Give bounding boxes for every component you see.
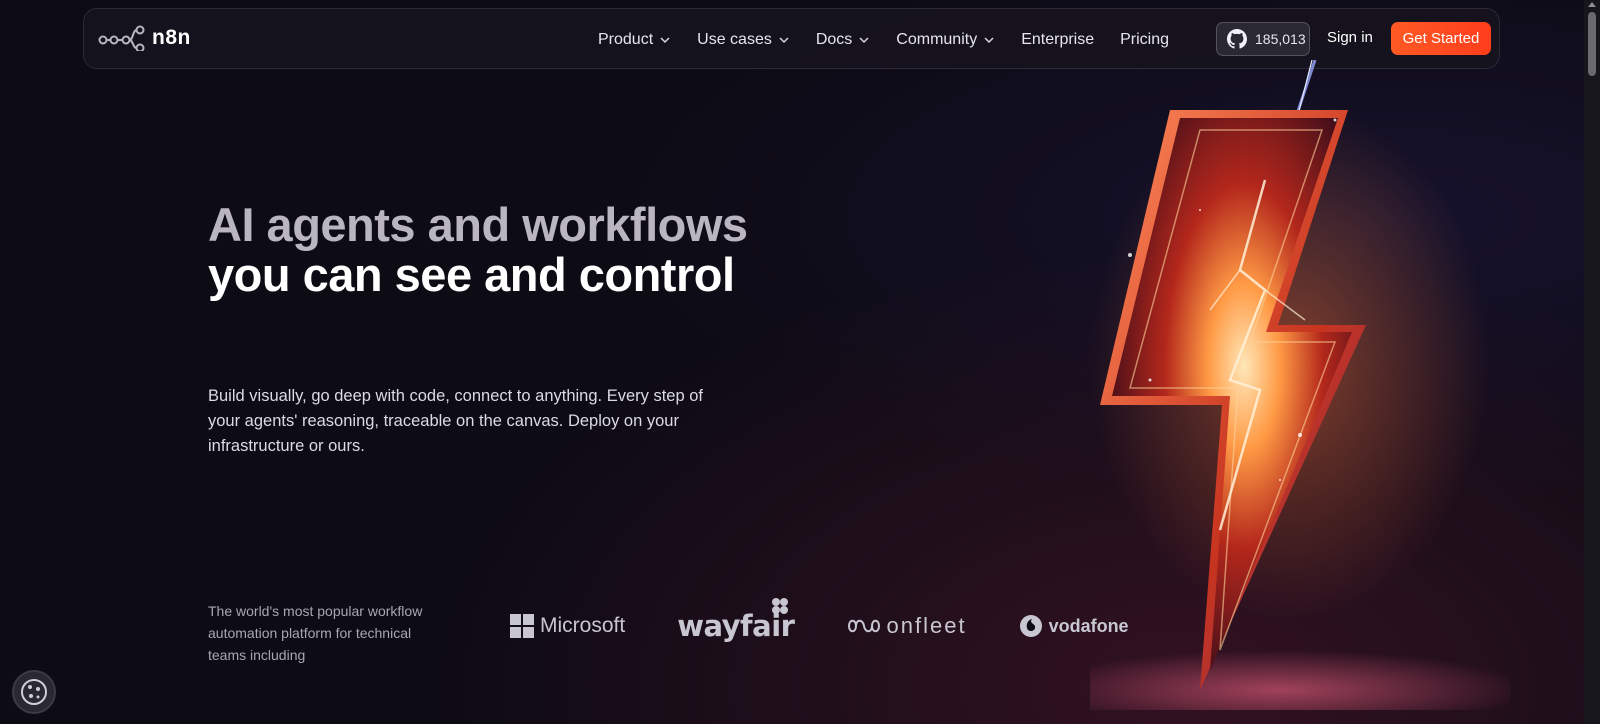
menu-item-label: Pricing [1120,30,1170,48]
menu-item-use-cases[interactable]: Use cases [697,31,790,49]
chevron-down-icon [859,36,869,43]
get-started-button[interactable]: Get Started [1391,22,1491,55]
lightning-bolt-icon [1030,59,1530,724]
menu-item-product[interactable]: Product [598,31,671,49]
brand-onfleet: onfleet [847,613,967,639]
brand-name: Microsoft [540,614,626,637]
scroll-up-arrow-icon[interactable] [1588,2,1596,7]
menu-item-label: Community [896,30,978,48]
sign-in-link[interactable]: Sign in [1327,29,1373,46]
menu-item-label: Product [598,30,654,48]
chevron-down-icon [984,36,994,43]
menu-item-community[interactable]: Community [896,31,995,49]
vertical-scrollbar[interactable] [1584,0,1600,724]
menu-item-enterprise[interactable]: Enterprise [1021,31,1094,49]
trusted-by-tagline: The world's most popular workflow automa… [208,603,423,663]
customer-logos: Microsoft wayfair onfleet vodafone [510,598,1181,646]
github-star-count: 185,013 [1255,31,1306,47]
logo-text: n8n [152,26,191,49]
cookie-settings-button[interactable] [12,670,56,714]
chevron-down-icon [660,36,670,43]
microsoft-logo-icon [510,614,534,638]
hero-lightning-bolt-illustration [1030,59,1530,724]
onfleet-logo-icon [847,619,880,633]
n8n-logo[interactable]: n8n [98,25,191,51]
hero-title-line2: you can see and control [208,248,735,301]
hero-subtitle: Build visually, go deep with code, conne… [208,387,703,455]
menu-item-label: Enterprise [1021,30,1095,48]
brand-name: onfleet [886,613,967,638]
brand-wayfair: wayfair [677,598,795,643]
github-stars-button[interactable]: 185,013 [1216,22,1310,56]
brand-microsoft: Microsoft [510,614,625,638]
hero-title: AI agents and workflows you can see and … [208,200,748,300]
menu-item-label: Docs [815,30,853,48]
page: n8n Product Use cases Docs Community Ent… [0,0,1584,724]
menu-item-label: Use cases [697,30,772,48]
hero-title-line1: AI agents and workflows [208,198,748,251]
n8n-logo-icon [98,25,145,51]
chevron-down-icon [779,36,789,43]
github-icon [1227,29,1247,49]
scrollbar-thumb[interactable] [1588,12,1596,76]
cookie-icon [21,679,47,705]
menu-item-docs[interactable]: Docs [816,31,870,49]
vodafone-logo-icon [1019,615,1042,637]
wayfair-logo-icon [771,598,788,614]
menu-item-pricing[interactable]: Pricing [1120,31,1169,49]
